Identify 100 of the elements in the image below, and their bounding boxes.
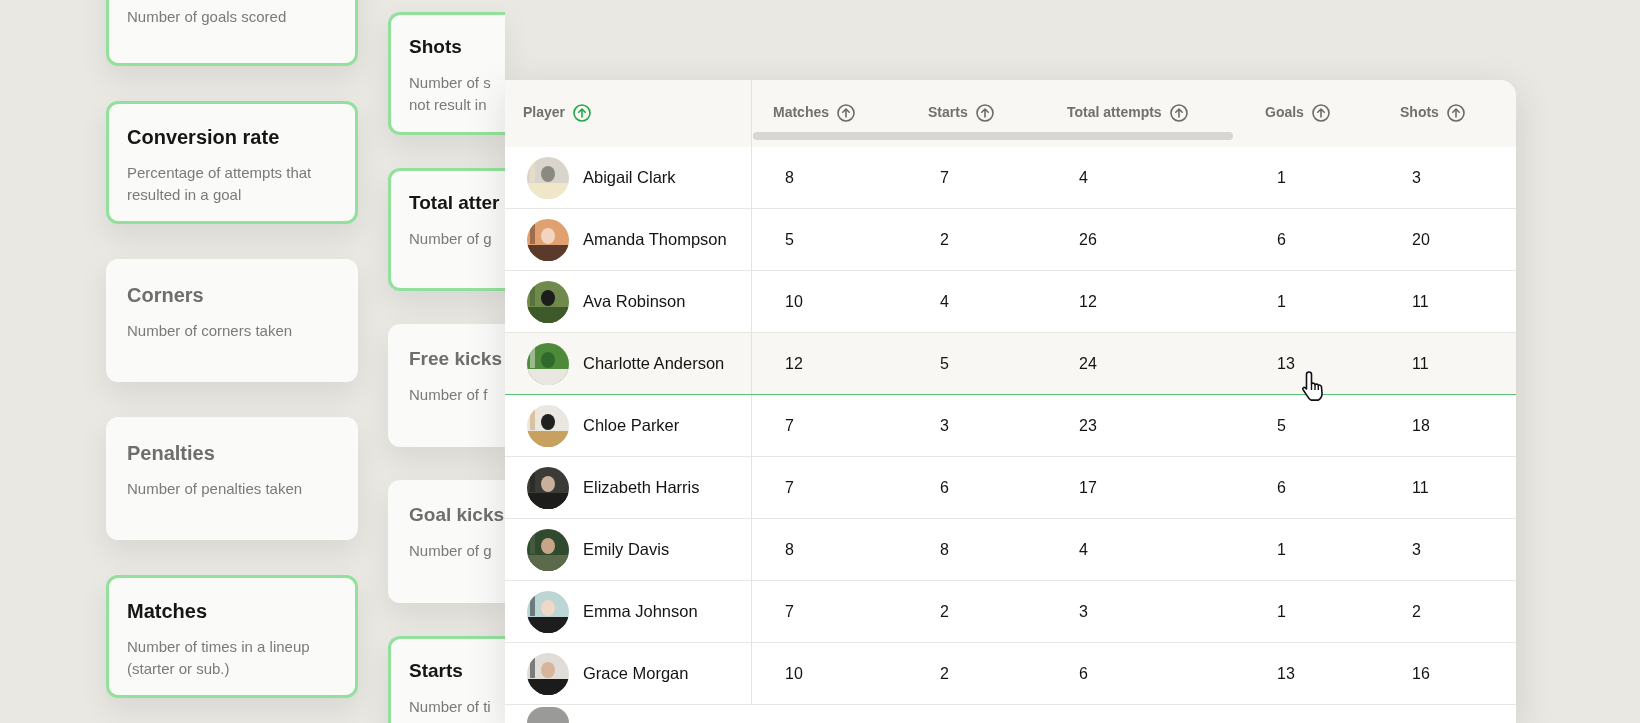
card-description: Percentage of attempts that resulted in a goal xyxy=(127,163,313,205)
table-row[interactable]: Elizabeth Harris 7 6 17 6 11 xyxy=(505,457,1516,519)
card-description: Number of goals scored xyxy=(127,7,288,27)
metric-card[interactable]: Shots Number of s not result in xyxy=(388,12,505,135)
metric-card[interactable]: Corners Number of corners taken xyxy=(106,259,358,382)
table-cell-text: 8 xyxy=(785,539,794,560)
card-title: Goal kicks xyxy=(409,503,505,527)
metric-card[interactable]: Conversion rate Percentage of attempts that resulted in a goal xyxy=(106,101,358,224)
card-description: not result in xyxy=(409,94,487,115)
table-cell-text: 2 xyxy=(1412,601,1421,622)
table-cell-text: 7 xyxy=(785,601,794,622)
player-name: Abigail Clark xyxy=(583,167,676,189)
table-cell-text: 1 xyxy=(1277,167,1286,188)
metric-card[interactable]: Starts Number of ti xyxy=(388,636,505,723)
card-description: Number of f xyxy=(409,384,488,405)
table-cell-text: 26 xyxy=(1079,229,1097,250)
player-name: Charlotte Anderson xyxy=(583,353,725,375)
column-header[interactable]: Shots xyxy=(1400,102,1439,123)
table-cell-text: 23 xyxy=(1079,415,1097,436)
column-header[interactable]: Total attempts xyxy=(1067,102,1162,123)
metric-card[interactable]: Penalties Number of penalties taken xyxy=(106,417,358,540)
table-cell-text: 6 xyxy=(1277,477,1286,498)
card-title: Total atter xyxy=(409,191,500,215)
table-cell-text: 3 xyxy=(1079,601,1088,622)
table-cell-text: 7 xyxy=(785,477,794,498)
table-cell-text: 2 xyxy=(940,663,949,684)
player-name: Chloe Parker xyxy=(583,415,680,437)
table-cell-text: 8 xyxy=(785,167,794,188)
table-cell-text: 12 xyxy=(785,353,803,374)
card-title: Starts xyxy=(409,659,463,683)
card-description: Number of g xyxy=(409,540,492,561)
player-name: Emily Davis xyxy=(583,539,670,561)
player-name: Ava Robinson xyxy=(583,291,686,313)
card-description: Number of corners taken xyxy=(127,321,294,341)
table-cell-text: 3 xyxy=(940,415,949,436)
player-name: Amanda Thompson xyxy=(583,229,727,251)
table-cell-text: 13 xyxy=(1277,353,1295,374)
table-cell-text: 10 xyxy=(785,663,803,684)
metric-card[interactable]: Goal kicks Number of g xyxy=(388,480,505,603)
table-row[interactable]: Abigail Clark 8 7 4 1 3 xyxy=(505,147,1516,209)
table-row[interactable]: Ava Robinson 10 4 12 1 11 xyxy=(505,271,1516,333)
player-name: Elizabeth Harris xyxy=(583,477,700,499)
card-description: Number of times in a lineup (starter or sub.) xyxy=(127,637,311,679)
card-title: Free kicks xyxy=(409,347,502,371)
player-name: Emma Johnson xyxy=(583,601,698,623)
metric-card[interactable]: Free kicks Number of f xyxy=(388,324,505,447)
table-cell-text: 1 xyxy=(1277,291,1286,312)
table-cell-text: 8 xyxy=(940,539,949,560)
scrollbar[interactable] xyxy=(753,132,1233,140)
column-header[interactable]: Player xyxy=(523,102,566,123)
table-cell-text: 4 xyxy=(1079,167,1088,188)
table-cell-text: 11 xyxy=(1412,291,1429,312)
player-name: Grace Morgan xyxy=(583,663,689,685)
table-cell-text: 6 xyxy=(1277,229,1286,250)
partial-avatar xyxy=(527,707,569,723)
metric-card[interactable]: Matches Number of times in a lineup (starter or sub.) xyxy=(106,575,358,698)
table-cell-text: 12 xyxy=(1079,291,1097,312)
table-cell-text: 5 xyxy=(940,353,949,374)
table-cell-text: 24 xyxy=(1079,353,1097,374)
column-header[interactable]: Starts xyxy=(928,102,968,123)
column-header[interactable]: Matches xyxy=(773,102,830,123)
metric-card[interactable]: Number of goals scored xyxy=(106,0,358,66)
column-header[interactable]: Goals xyxy=(1265,102,1304,123)
card-title: Matches xyxy=(127,599,208,624)
table-cell-text: 7 xyxy=(940,167,949,188)
table-cell-text: 5 xyxy=(1277,415,1286,436)
table-cell-text: 1 xyxy=(1277,539,1286,560)
table-row[interactable]: Chloe Parker 7 3 23 5 18 xyxy=(505,395,1516,457)
table-cell-text: 4 xyxy=(1079,539,1088,560)
table-cell-text: 2 xyxy=(940,601,949,622)
table-row[interactable]: Emma Johnson 7 2 3 1 2 xyxy=(505,581,1516,643)
table-cell-text: 16 xyxy=(1412,663,1430,684)
table-cell-text: 7 xyxy=(785,415,794,436)
card-title: Conversion rate xyxy=(127,125,280,150)
table-cell-text: 3 xyxy=(1412,167,1421,188)
table-cell-text: 1 xyxy=(1277,601,1286,622)
card-description: Number of g xyxy=(409,228,492,249)
table-cell-text: 20 xyxy=(1412,229,1430,250)
table-cell-text: 2 xyxy=(940,229,949,250)
table-row[interactable]: Amanda Thompson 5 2 26 6 20 xyxy=(505,209,1516,271)
table-cell-text: 6 xyxy=(940,477,949,498)
table-cell-text: 5 xyxy=(785,229,794,250)
card-title: Corners xyxy=(127,283,204,308)
card-description: Number of s xyxy=(409,72,491,93)
table-cell-text: 10 xyxy=(785,291,803,312)
card-title: Shots xyxy=(409,35,462,59)
table-row[interactable]: Grace Morgan 10 2 6 13 16 xyxy=(505,643,1516,705)
table-cell-text: 13 xyxy=(1277,663,1295,684)
table-cell-text: 4 xyxy=(940,291,949,312)
metric-card[interactable]: Total atter Number of g xyxy=(388,168,505,291)
table-cell-text: 11 xyxy=(1412,477,1429,498)
card-description: Number of penalties taken xyxy=(127,479,304,499)
table-cell-text: 3 xyxy=(1412,539,1421,560)
table-cell-text: 11 xyxy=(1412,353,1429,374)
table-row[interactable]: Charlotte Anderson 12 5 24 13 11 xyxy=(505,333,1516,395)
table-row[interactable]: Emily Davis 8 8 4 1 3 xyxy=(505,519,1516,581)
card-title: Penalties xyxy=(127,441,215,466)
table-cell-text: 6 xyxy=(1079,663,1088,684)
table-cell-text: 18 xyxy=(1412,415,1430,436)
table-cell-text: 17 xyxy=(1079,477,1097,498)
